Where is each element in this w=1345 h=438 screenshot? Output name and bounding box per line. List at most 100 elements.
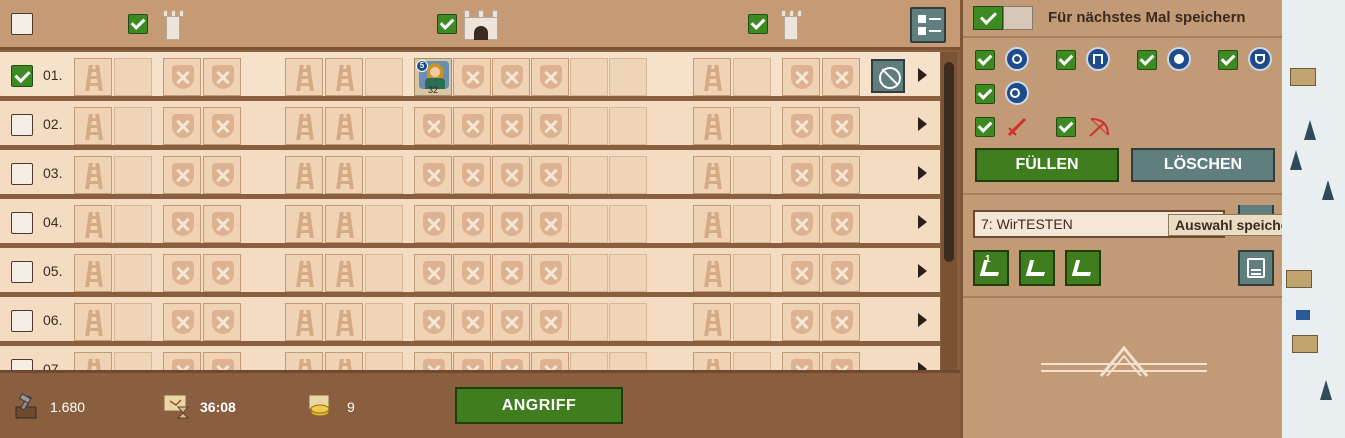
option-crown-checkbox[interactable]: [1056, 50, 1076, 70]
ladder-slot[interactable]: [74, 254, 112, 292]
wave-row-checkbox[interactable]: [11, 114, 33, 136]
empty-slot[interactable]: [570, 254, 608, 292]
ladder-slot[interactable]: [285, 352, 323, 370]
troop-slot[interactable]: [414, 205, 452, 243]
troop-slot[interactable]: [782, 107, 820, 145]
option-melee-checkbox[interactable]: [975, 117, 995, 137]
troop-slot[interactable]: [822, 254, 860, 292]
ladder-slot[interactable]: [693, 303, 731, 341]
troop-slot[interactable]: [782, 58, 820, 96]
troop-slot[interactable]: [453, 156, 491, 194]
ladder-slot[interactable]: [74, 352, 112, 370]
empty-slot[interactable]: [570, 303, 608, 341]
troop-slot[interactable]: [531, 107, 569, 145]
option-star-checkbox[interactable]: [1137, 50, 1157, 70]
ladder-slot[interactable]: [325, 156, 363, 194]
expand-arrow-icon[interactable]: [918, 264, 927, 278]
empty-slot[interactable]: [365, 58, 403, 96]
troop-slot[interactable]: [203, 58, 241, 96]
troop-slot[interactable]: [163, 107, 201, 145]
ladder-slot[interactable]: [693, 205, 731, 243]
troop-slot[interactable]: [163, 156, 201, 194]
clear-button[interactable]: LÖSCHEN: [1131, 148, 1275, 182]
empty-slot[interactable]: [365, 156, 403, 194]
layout-toggle-button[interactable]: [910, 7, 946, 43]
troop-slot[interactable]: [822, 156, 860, 194]
empty-slot[interactable]: [733, 107, 771, 145]
wave-row-checkbox[interactable]: [11, 359, 33, 370]
expand-arrow-icon[interactable]: [918, 215, 927, 229]
troop-slot[interactable]: [822, 107, 860, 145]
ladder-slot[interactable]: [325, 205, 363, 243]
troop-slot[interactable]: [492, 352, 530, 370]
troop-slot[interactable]: [453, 303, 491, 341]
filter-right-flank-checkbox[interactable]: [748, 14, 768, 34]
empty-slot[interactable]: [114, 107, 152, 145]
troop-slot[interactable]: [492, 58, 530, 96]
troop-slot[interactable]: [531, 58, 569, 96]
ladder-slot[interactable]: [325, 352, 363, 370]
ladder-slot[interactable]: [285, 205, 323, 243]
troop-slot[interactable]: [822, 205, 860, 243]
ladder-slot[interactable]: [693, 58, 731, 96]
troop-slot[interactable]: [414, 254, 452, 292]
empty-slot[interactable]: [114, 254, 152, 292]
troop-slot[interactable]: [203, 107, 241, 145]
troop-slot[interactable]: [531, 205, 569, 243]
troop-slot[interactable]: [782, 254, 820, 292]
troop-slot[interactable]: [453, 107, 491, 145]
troop-slot[interactable]: [531, 352, 569, 370]
troop-slot[interactable]: [203, 156, 241, 194]
scrollbar-thumb[interactable]: [944, 62, 954, 262]
ladder-slot[interactable]: [325, 58, 363, 96]
empty-slot[interactable]: [733, 58, 771, 96]
troop-slot[interactable]: [492, 107, 530, 145]
troop-slot[interactable]: [531, 156, 569, 194]
preset-slot-3-button[interactable]: [1065, 250, 1101, 286]
empty-slot[interactable]: [570, 58, 608, 96]
expand-arrow-icon[interactable]: [918, 166, 927, 180]
troop-slot[interactable]: [492, 303, 530, 341]
expand-arrow-icon[interactable]: [918, 117, 927, 131]
troop-slot[interactable]: [414, 352, 452, 370]
troop-slot[interactable]: [782, 352, 820, 370]
empty-slot[interactable]: [365, 352, 403, 370]
ladder-slot[interactable]: [74, 107, 112, 145]
empty-slot[interactable]: [570, 205, 608, 243]
ladder-slot[interactable]: [285, 303, 323, 341]
empty-slot[interactable]: [570, 107, 608, 145]
ladder-slot[interactable]: [74, 156, 112, 194]
empty-slot[interactable]: [609, 303, 647, 341]
clear-wave-button[interactable]: [871, 59, 905, 93]
troop-slot[interactable]: [414, 156, 452, 194]
save-preset-button[interactable]: [1238, 250, 1274, 286]
empty-slot[interactable]: [114, 303, 152, 341]
empty-slot[interactable]: [609, 58, 647, 96]
troop-slot[interactable]: [492, 254, 530, 292]
empty-slot[interactable]: [609, 254, 647, 292]
expand-arrow-icon[interactable]: [918, 68, 927, 82]
troop-slot[interactable]: [163, 303, 201, 341]
ladder-slot[interactable]: [693, 156, 731, 194]
ladder-slot[interactable]: [285, 58, 323, 96]
attack-button[interactable]: ANGRIFF: [455, 387, 623, 424]
wave-row-checkbox[interactable]: [11, 65, 33, 87]
empty-slot[interactable]: [733, 205, 771, 243]
ladder-slot[interactable]: [325, 254, 363, 292]
empty-slot[interactable]: [365, 254, 403, 292]
ladder-slot[interactable]: [74, 205, 112, 243]
empty-slot[interactable]: [365, 205, 403, 243]
empty-slot[interactable]: [609, 352, 647, 370]
collapse-chevron-icon[interactable]: [1041, 340, 1207, 380]
ladder-slot[interactable]: [285, 254, 323, 292]
empty-slot[interactable]: [114, 352, 152, 370]
option-ring-checkbox[interactable]: [975, 50, 995, 70]
filter-front-checkbox[interactable]: [437, 14, 457, 34]
wave-row-checkbox[interactable]: [11, 163, 33, 185]
troop-slot[interactable]: [822, 58, 860, 96]
wave-row-checkbox[interactable]: [11, 212, 33, 234]
option-chain-checkbox[interactable]: [975, 84, 995, 104]
troop-slot[interactable]: [453, 58, 491, 96]
troop-slot[interactable]: [453, 205, 491, 243]
commander-slot[interactable]: 5 32: [414, 58, 452, 96]
